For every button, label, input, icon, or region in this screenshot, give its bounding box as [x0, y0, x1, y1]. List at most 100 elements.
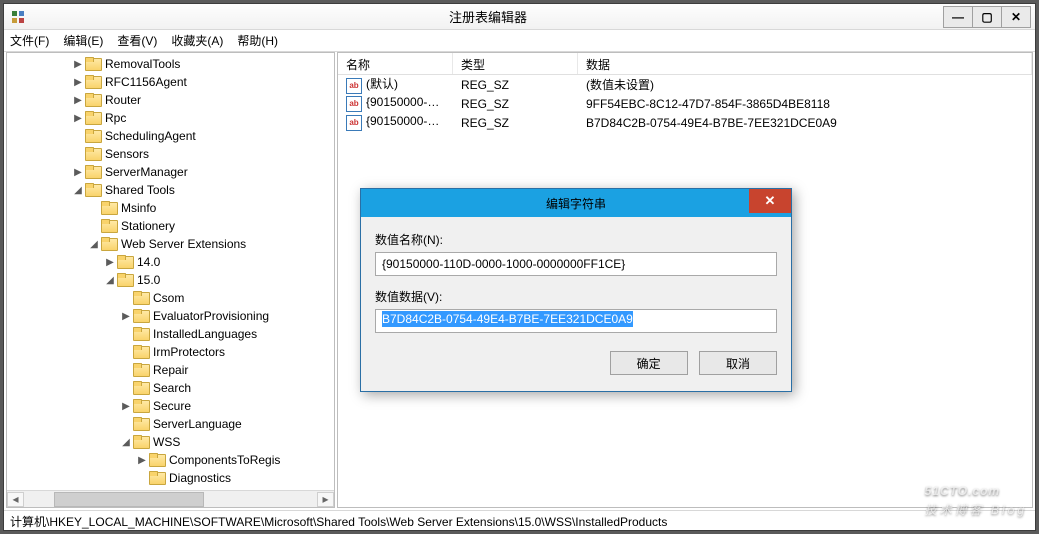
folder-icon — [117, 255, 133, 269]
listview-header[interactable]: 名称 类型 数据 — [338, 53, 1032, 75]
tree-node[interactable]: IrmProtectors — [7, 343, 334, 361]
folder-icon — [133, 399, 149, 413]
expand-icon[interactable] — [71, 147, 85, 161]
folder-icon — [85, 75, 101, 89]
tree-node[interactable]: ▶ComponentsToRegis — [7, 451, 334, 469]
scroll-right-icon[interactable]: ▸ — [317, 492, 334, 507]
tree-node[interactable]: Sensors — [7, 145, 334, 163]
tree-node[interactable]: ◢ 15.0 — [7, 271, 334, 289]
string-value-icon — [346, 115, 362, 131]
expand-icon[interactable] — [87, 201, 101, 215]
expand-icon[interactable]: ▶ — [71, 75, 85, 89]
col-name[interactable]: 名称 — [338, 53, 453, 74]
registry-tree[interactable]: ▶RemovalTools▶RFC1156Agent▶Router▶RpcSch… — [7, 53, 334, 489]
tree-node[interactable]: ◢Web Server Extensions — [7, 235, 334, 253]
tree-node[interactable]: Stationery — [7, 217, 334, 235]
tree-label: 15.0 — [137, 273, 160, 287]
tree-node[interactable]: InstalledLanguages — [7, 325, 334, 343]
tree-hscrollbar[interactable]: ◂ ▸ — [7, 490, 334, 507]
expand-icon[interactable]: ▶ — [119, 309, 133, 323]
tree-node[interactable]: ▶RFC1156Agent — [7, 73, 334, 91]
menu-help[interactable]: 帮助(H) — [237, 32, 278, 49]
value-row[interactable]: {90150000-101...REG_SZ9FF54EBC-8C12-47D7… — [338, 94, 1032, 113]
folder-icon — [101, 219, 117, 233]
tree-node[interactable]: ▶ ServerManager — [7, 163, 334, 181]
tree-label: WSS — [153, 435, 180, 449]
tree-node[interactable]: ▶ EvaluatorProvisioning — [7, 307, 334, 325]
expand-icon[interactable]: ▶ — [71, 111, 85, 125]
value-row[interactable]: (默认)REG_SZ(数值未设置) — [338, 75, 1032, 94]
folder-icon — [133, 363, 149, 377]
menu-view[interactable]: 查看(V) — [117, 32, 157, 49]
tree-node[interactable]: Csom — [7, 289, 334, 307]
tree-label: IrmProtectors — [153, 345, 225, 359]
maximize-button[interactable]: ▢ — [972, 6, 1002, 28]
expand-icon[interactable]: ◢ — [119, 435, 133, 449]
dialog-titlebar[interactable]: 编辑字符串 ✕ — [361, 189, 791, 217]
expand-icon[interactable]: ▶ — [135, 453, 149, 467]
expand-icon[interactable]: ▶ — [71, 165, 85, 179]
tree-label: Sensors — [105, 147, 149, 161]
expand-icon[interactable]: ▶ — [71, 57, 85, 71]
expand-icon[interactable] — [119, 381, 133, 395]
close-button[interactable]: ✕ — [1001, 6, 1031, 28]
tree-label: Repair — [153, 363, 188, 377]
tree-node[interactable]: ▶Rpc — [7, 109, 334, 127]
folder-icon — [101, 237, 117, 251]
tree-label: 14.0 — [137, 255, 160, 269]
ok-button[interactable]: 确定 — [610, 351, 688, 375]
tree-node[interactable]: ▶ Router — [7, 91, 334, 109]
expand-icon[interactable] — [119, 291, 133, 305]
expand-icon[interactable]: ▶ — [103, 255, 117, 269]
expand-icon[interactable] — [119, 363, 133, 377]
tree-node[interactable]: ▶ Secure — [7, 397, 334, 415]
folder-icon — [117, 273, 133, 287]
tree-label: Router — [105, 93, 141, 107]
folder-icon — [85, 183, 101, 197]
tree-node[interactable]: Search — [7, 379, 334, 397]
expand-icon[interactable]: ▶ — [71, 93, 85, 107]
expand-icon[interactable] — [119, 417, 133, 431]
value-data-input[interactable]: B7D84C2B-0754-49E4-B7BE-7EE321DCE0A9 — [375, 309, 777, 333]
tree-node[interactable]: ▶ 14.0 — [7, 253, 334, 271]
tree-node[interactable]: SchedulingAgent — [7, 127, 334, 145]
tree-node[interactable]: ◢Shared Tools — [7, 181, 334, 199]
expand-icon[interactable]: ◢ — [103, 273, 117, 287]
folder-icon — [85, 165, 101, 179]
folder-icon — [149, 471, 165, 485]
tree-label: EvaluatorProvisioning — [153, 309, 269, 323]
value-name-input[interactable] — [375, 252, 777, 276]
tree-label: Secure — [153, 399, 191, 413]
folder-icon — [133, 345, 149, 359]
col-data[interactable]: 数据 — [578, 53, 1032, 74]
expand-icon[interactable] — [119, 327, 133, 341]
tree-node[interactable]: Diagnostics — [7, 469, 334, 487]
tree-node[interactable]: ▶RemovalTools — [7, 55, 334, 73]
minimize-button[interactable]: — — [943, 6, 973, 28]
folder-icon — [133, 327, 149, 341]
expand-icon[interactable]: ◢ — [87, 237, 101, 251]
dialog-close-button[interactable]: ✕ — [749, 189, 791, 213]
menu-favorites[interactable]: 收藏夹(A) — [171, 32, 223, 49]
expand-icon[interactable] — [119, 345, 133, 359]
expand-icon[interactable] — [135, 471, 149, 485]
titlebar: 注册表编辑器 — ▢ ✕ — [4, 4, 1035, 30]
tree-node[interactable]: ServerLanguage — [7, 415, 334, 433]
scroll-left-icon[interactable]: ◂ — [7, 492, 24, 507]
tree-label: ServerLanguage — [153, 417, 242, 431]
value-row[interactable]: {90150000-110...REG_SZB7D84C2B-0754-49E4… — [338, 113, 1032, 132]
tree-node[interactable]: Repair — [7, 361, 334, 379]
menu-edit[interactable]: 编辑(E) — [63, 32, 103, 49]
tree-label: Search — [153, 381, 191, 395]
expand-icon[interactable] — [71, 129, 85, 143]
cancel-button[interactable]: 取消 — [699, 351, 777, 375]
menu-file[interactable]: 文件(F) — [10, 32, 49, 49]
tree-node[interactable]: ◢ WSS — [7, 433, 334, 451]
col-type[interactable]: 类型 — [453, 53, 578, 74]
tree-label: Stationery — [121, 219, 175, 233]
expand-icon[interactable]: ▶ — [119, 399, 133, 413]
tree-node[interactable]: Msinfo — [7, 199, 334, 217]
expand-icon[interactable]: ◢ — [71, 183, 85, 197]
tree-label: ServerManager — [105, 165, 188, 179]
expand-icon[interactable] — [87, 219, 101, 233]
